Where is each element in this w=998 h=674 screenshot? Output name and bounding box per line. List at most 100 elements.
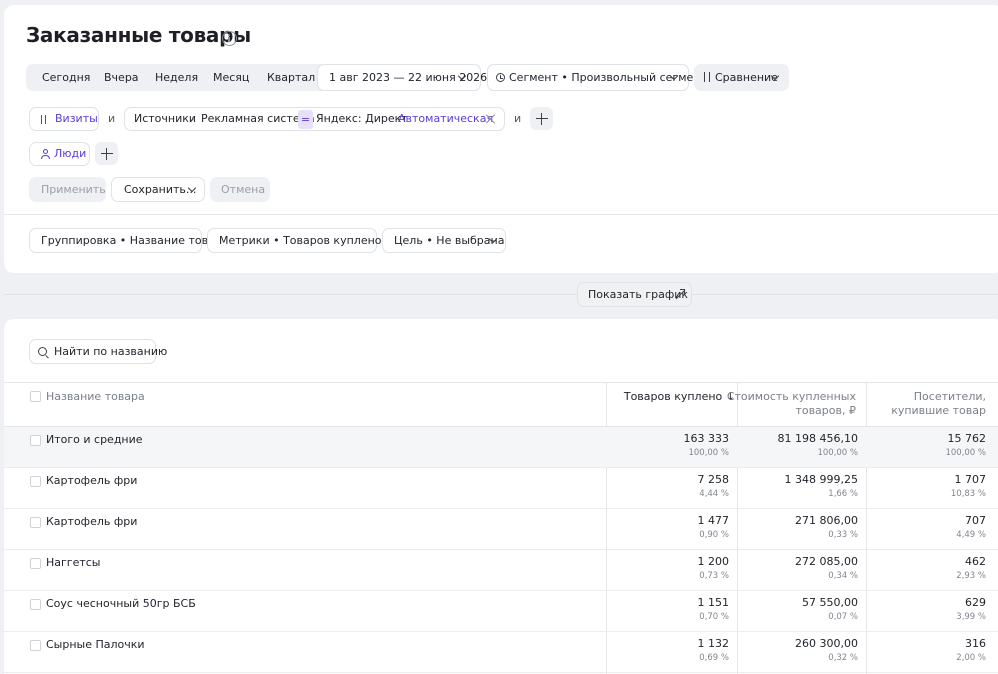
expand-icon [675, 289, 685, 299]
select-all-checkbox[interactable] [30, 391, 41, 402]
save-dropdown[interactable]: Сохранить... [111, 177, 205, 202]
and-label: и [108, 112, 116, 125]
show-chart-button[interactable]: Показать график [577, 282, 692, 307]
add-people-filter-button[interactable] [95, 142, 118, 165]
info-icon[interactable] [222, 31, 237, 46]
apply-button[interactable]: Применить [29, 177, 106, 202]
segment-dropdown[interactable]: Сегмент • Произвольный сегмент [487, 64, 707, 91]
row-bought: 1 200 0,73 % [698, 555, 730, 583]
table-row[interactable]: Картофель фри 7 258 4,44 % 1 348 999,25 1,… [4, 468, 998, 509]
equals-operator[interactable]: = [298, 110, 313, 129]
row-visitors: 629 3,99 % [956, 596, 986, 624]
column-cost-header-line1: Стоимость купленных [726, 390, 856, 403]
cancel-button[interactable]: Отмена [210, 177, 270, 202]
row-visitors-value: 15 762 [947, 432, 987, 445]
column-cost-header[interactable]: Стоимость купленных товаров, ₽ [727, 390, 856, 418]
segment-label: Сегмент • Произвольный сегмент [509, 71, 707, 84]
table-row[interactable]: Картофель фри 1 477 0,90 % 271 806,00 0,33… [4, 509, 998, 550]
goal-dropdown[interactable]: Цель • Не выбрана [382, 228, 506, 253]
person-icon [40, 149, 50, 159]
table-row[interactable]: Наггетсы 1 200 0,73 % 272 085,00 0,34 % 46… [4, 550, 998, 591]
divider [4, 214, 998, 215]
row-visitors-value: 707 [965, 514, 986, 527]
grouping-label: Группировка • Название товара [41, 234, 229, 247]
row-bought-value: 163 333 [683, 432, 730, 445]
row-checkbox[interactable] [30, 558, 41, 569]
period-today[interactable]: Сегодня [42, 64, 90, 91]
people-filter-button[interactable]: Люди [29, 142, 90, 166]
row-name[interactable]: Картофель фри [46, 474, 137, 487]
source-tag-label[interactable]: Автоматическая [398, 108, 493, 130]
row-visitors-value: 1 707 [954, 473, 987, 486]
report-table: Название товара Товаров куплено ↓ Стоимо… [4, 382, 998, 674]
row-visitors-value: 629 [965, 596, 986, 609]
date-range-picker[interactable]: 1 авг 2023 — 22 июня 2026 [317, 64, 487, 91]
row-checkbox[interactable] [30, 435, 41, 446]
row-name[interactable]: Сырные Палочки [46, 638, 145, 651]
row-bought-value: 1 132 [697, 637, 730, 650]
cancel-label: Отмена [221, 183, 266, 196]
visits-filter-button[interactable]: Визиты [29, 107, 99, 131]
column-name-header[interactable]: Название товара [46, 390, 145, 403]
show-chart-label: Показать график [588, 288, 689, 301]
row-cost-pct: 100,00 % [817, 448, 858, 458]
row-checkbox[interactable] [30, 476, 41, 487]
save-label: Сохранить... [124, 183, 197, 196]
period-quarter[interactable]: Квартал [267, 64, 315, 91]
goal-label: Цель • Не выбрана [394, 234, 505, 247]
row-cost: 272 085,00 0,34 % [795, 555, 858, 583]
row-visitors-pct: 4,49 % [956, 530, 986, 540]
column-visitors-header-line2: купившие товар [891, 404, 986, 417]
compare-icon [703, 72, 713, 82]
row-checkbox[interactable] [30, 599, 41, 610]
table-row[interactable]: Соус чесночный 50гр БСБ 1 151 0,70 % 57 5… [4, 591, 998, 632]
row-bought: 163 333 100,00 % [684, 432, 730, 460]
row-visitors-pct: 100,00 % [945, 448, 986, 458]
chevron-right-icon: › [191, 112, 196, 125]
row-checkbox[interactable] [30, 640, 41, 651]
row-cost-value: 271 806,00 [795, 514, 858, 527]
row-cost-pct: 0,34 % [828, 571, 858, 581]
row-name[interactable]: Наггетсы [46, 556, 100, 569]
row-checkbox[interactable] [30, 517, 41, 528]
row-bought-pct: 0,69 % [699, 653, 729, 663]
row-visitors-value: 316 [965, 637, 986, 650]
row-visitors: 462 2,93 % [956, 555, 986, 583]
row-bought: 7 258 4,44 % [698, 473, 730, 501]
metrics-button[interactable]: Метрики • Товаров куплено, +2 [207, 228, 405, 253]
column-bought-header[interactable]: Товаров куплено ↓ [624, 390, 735, 404]
row-visitors: 15 762 100,00 % [945, 432, 986, 460]
row-cost: 1 348 999,25 1,66 % [785, 473, 858, 501]
column-cost-header-line2: товаров, ₽ [795, 404, 856, 417]
row-name[interactable]: Картофель фри [46, 515, 137, 528]
visits-label: Визиты [55, 112, 98, 125]
period-week[interactable]: Неделя [155, 64, 198, 91]
add-filter-button[interactable] [530, 107, 553, 130]
chart-divider [4, 294, 998, 295]
row-bought-pct: 0,73 % [699, 571, 729, 581]
column-visitors-header[interactable]: Посетители, купившие товар [891, 390, 986, 418]
row-bought-pct: 4,44 % [699, 489, 729, 499]
row-visitors-pct: 2,93 % [956, 571, 986, 581]
page-title: Заказанные товары [26, 23, 251, 47]
compare-dropdown[interactable]: Сравнение [694, 64, 789, 91]
period-month[interactable]: Месяц [213, 64, 249, 91]
compare-label: Сравнение [715, 71, 778, 84]
row-cost-value: 272 085,00 [795, 555, 858, 568]
row-name[interactable]: Соус чесночный 50гр БСБ [46, 597, 196, 610]
close-icon[interactable] [485, 114, 495, 124]
row-bought-value: 1 151 [697, 596, 730, 609]
segment-icon [496, 73, 505, 82]
source-group-label: Источники [134, 112, 197, 125]
row-cost: 81 198 456,10 100,00 % [778, 432, 858, 460]
row-visitors-pct: 2,00 % [956, 653, 986, 663]
column-visitors-header-line1: Посетители, [913, 390, 986, 403]
table-row[interactable]: Сырные Палочки 1 132 0,69 % 260 300,00 0,3… [4, 632, 998, 673]
search-placeholder: Найти по названию [54, 345, 168, 358]
source-filter-chip[interactable]: Источники › Рекламная система = Яндекс: … [124, 107, 505, 131]
search-input[interactable]: Найти по названию [29, 339, 167, 364]
row-visitors-pct: 10,83 % [950, 489, 986, 499]
period-yesterday[interactable]: Вчера [104, 64, 139, 91]
grouping-button[interactable]: Группировка • Название товара [29, 228, 229, 253]
source-value-label: Яндекс: Директ [316, 112, 408, 125]
